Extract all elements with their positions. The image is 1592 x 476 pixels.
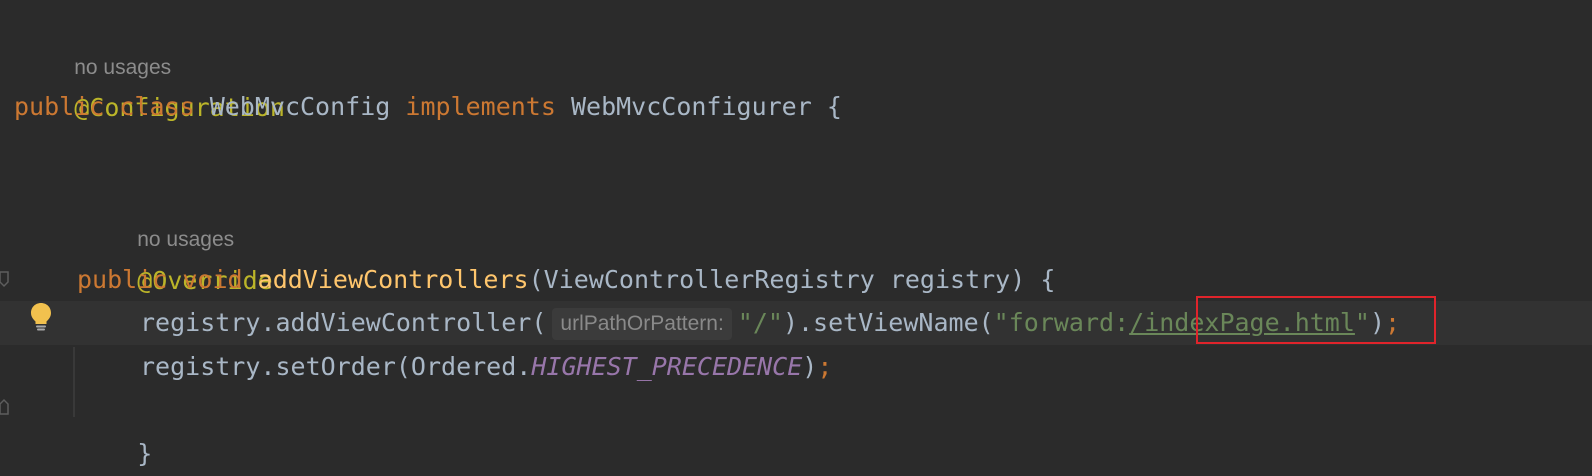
semicolon: ; — [817, 352, 833, 381]
code-line-8: registry.addViewController(urlPathOrPatt… — [0, 301, 1592, 345]
call-add-view-controller: registry.addViewController( — [140, 308, 547, 337]
open-brace: { — [826, 92, 842, 121]
method-name: addViewControllers — [257, 265, 529, 294]
indent-guide — [73, 347, 75, 417]
constant-highest-precedence: HIGHEST_PRECEDENCE — [531, 352, 803, 381]
code-line-3: public class WebMvcConfig implements Web… — [0, 85, 1592, 129]
lightbulb-icon[interactable] — [30, 302, 52, 332]
method-params: (ViewControllerRegistry registry) { — [528, 265, 1056, 294]
code-line-2: @Configuration — [0, 42, 1592, 122]
code-line-9: registry.setOrder(Ordered.HIGHEST_PRECED… — [0, 345, 1592, 389]
string-close-quote: " — [1354, 308, 1370, 337]
fold-marker-icon[interactable] — [0, 270, 10, 288]
view-path-link[interactable]: /indexPage.html — [1129, 308, 1355, 337]
fold-marker-icon[interactable] — [0, 398, 10, 416]
keyword-public: public — [14, 92, 105, 121]
close-paren: ) — [802, 352, 818, 381]
call-set-order: registry.setOrder(Ordered. — [140, 352, 532, 381]
code-line-6: @Override — [0, 215, 1592, 295]
keyword-class: class — [119, 92, 195, 121]
class-name: WebMvcConfig — [209, 92, 391, 121]
code-line-10: } — [0, 388, 1592, 468]
code-editor[interactable]: no usages @Configuration public class We… — [0, 0, 1592, 476]
parameter-hint: urlPathOrPattern: — [552, 308, 732, 340]
semicolon: ; — [1385, 308, 1401, 337]
close-brace: } — [137, 439, 153, 468]
code-line-1: no usages — [0, 0, 1592, 79]
keyword-implements: implements — [405, 92, 556, 121]
keyword-void: void — [182, 265, 243, 294]
string-root-path: "/" — [737, 308, 783, 337]
interface-name: WebMvcConfigurer — [570, 92, 812, 121]
keyword-public: public — [77, 265, 168, 294]
code-line-7: public void addViewControllers(ViewContr… — [0, 258, 1592, 302]
call-set-view-name: ).setViewName( — [782, 308, 994, 337]
code-line-5: no usages — [0, 172, 1592, 251]
close-paren: ) — [1369, 308, 1386, 337]
string-forward-prefix: "forward: — [993, 308, 1130, 337]
